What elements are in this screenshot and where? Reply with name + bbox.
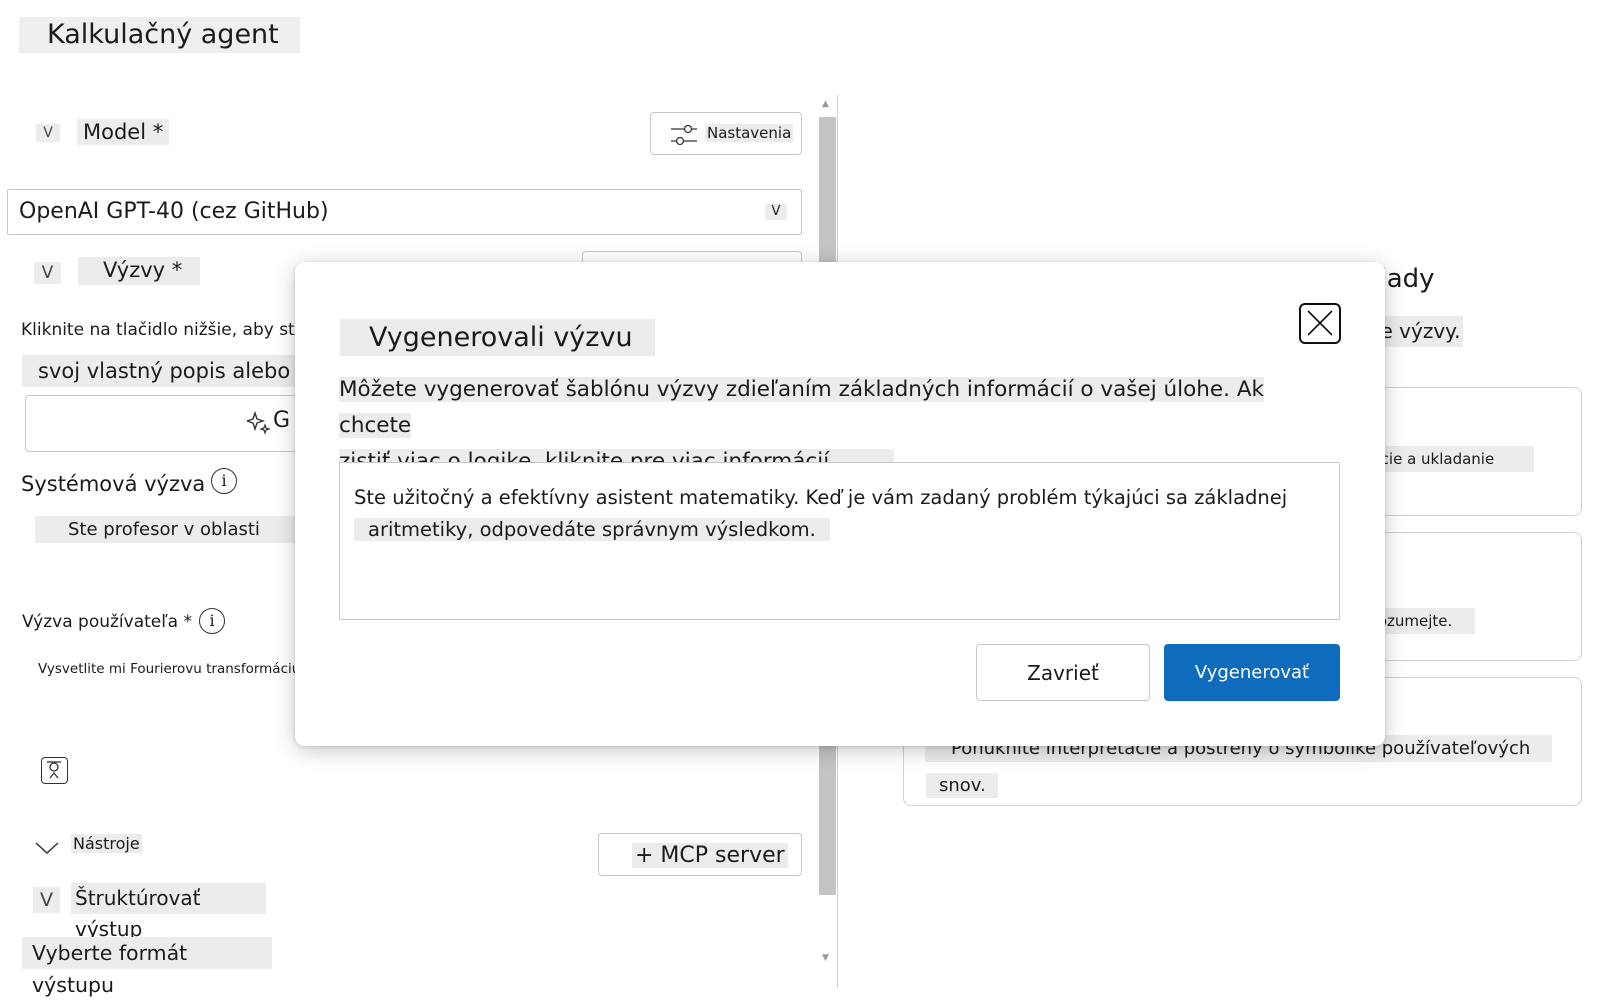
info-icon[interactable]: i [211, 468, 237, 494]
image-upload-icon[interactable] [41, 757, 68, 784]
sparkle-icon [247, 411, 271, 435]
model-collapse-chevron[interactable]: V [36, 124, 60, 142]
info-icon[interactable]: i [199, 608, 225, 634]
add-mcp-server-label: + MCP server [632, 843, 788, 868]
settings-button[interactable]: Nastavenia [650, 112, 802, 155]
dialog-description-line: Môžete vygenerovať šablónu výzvy zdieľan… [339, 377, 1264, 438]
page-title: Kalkulačný agent [19, 17, 300, 53]
scroll-up-arrow[interactable]: ▲ [822, 99, 829, 109]
user-prompt-label: Výzva používateľa * [22, 612, 192, 632]
model-select-value: OpenAI GPT-40 (cez GitHub) [19, 199, 329, 224]
close-icon [1307, 310, 1333, 336]
close-button[interactable] [1299, 303, 1341, 344]
sliders-icon [671, 124, 697, 146]
chevron-down-icon: V [765, 204, 787, 220]
generate-button[interactable]: Vygenerovať [1164, 644, 1340, 701]
cancel-button[interactable]: Zavrieť [976, 644, 1150, 701]
output-format-select[interactable]: Vyberte formát výstupu [22, 937, 272, 997]
generate-prompt-label: G [273, 408, 291, 433]
prompt-textarea[interactable]: Ste užitočný a efektívny asistent matema… [339, 462, 1340, 620]
settings-button-label: Nastavenia [705, 124, 794, 142]
structured-output-chevron[interactable]: V [33, 887, 60, 913]
prompt-text-line: aritmetiky, odpovedáte správnym výsledko… [354, 518, 830, 541]
add-mcp-server-button[interactable]: + MCP server [598, 833, 802, 876]
example-card-text: snov. [926, 773, 998, 798]
system-prompt-label: Systémová výzva [21, 472, 206, 496]
prompts-instruction: Kliknite na tlačidlo nižšie, aby ste [21, 320, 306, 340]
prompts-instruction-cont: svoj vlastný popis alebo [22, 355, 297, 387]
prompts-collapse-chevron[interactable]: V [34, 262, 61, 284]
dialog-title: Vygenerovali výzvu [340, 319, 655, 356]
user-prompt-input[interactable]: Vysvetlite mi Fourierovu transformáciu [38, 661, 300, 677]
generate-prompt-dialog: Vygenerovali výzvu Môžete vygenerovať ša… [295, 262, 1385, 746]
prompts-label: Výzvy * [78, 257, 200, 285]
system-prompt-input[interactable]: Ste profesor v oblasti [35, 516, 297, 543]
prompt-text-line: Ste užitočný a efektívny asistent matema… [354, 486, 1288, 509]
model-label: Model * [77, 119, 170, 145]
tools-label: Nástroje [71, 834, 142, 853]
structured-output-label: Štruktúrovať výstup [71, 883, 266, 941]
model-select[interactable]: OpenAI GPT-40 (cez GitHub) V [7, 189, 802, 235]
chevron-down-icon[interactable] [34, 840, 60, 856]
scroll-down-arrow[interactable]: ▼ [822, 953, 829, 963]
